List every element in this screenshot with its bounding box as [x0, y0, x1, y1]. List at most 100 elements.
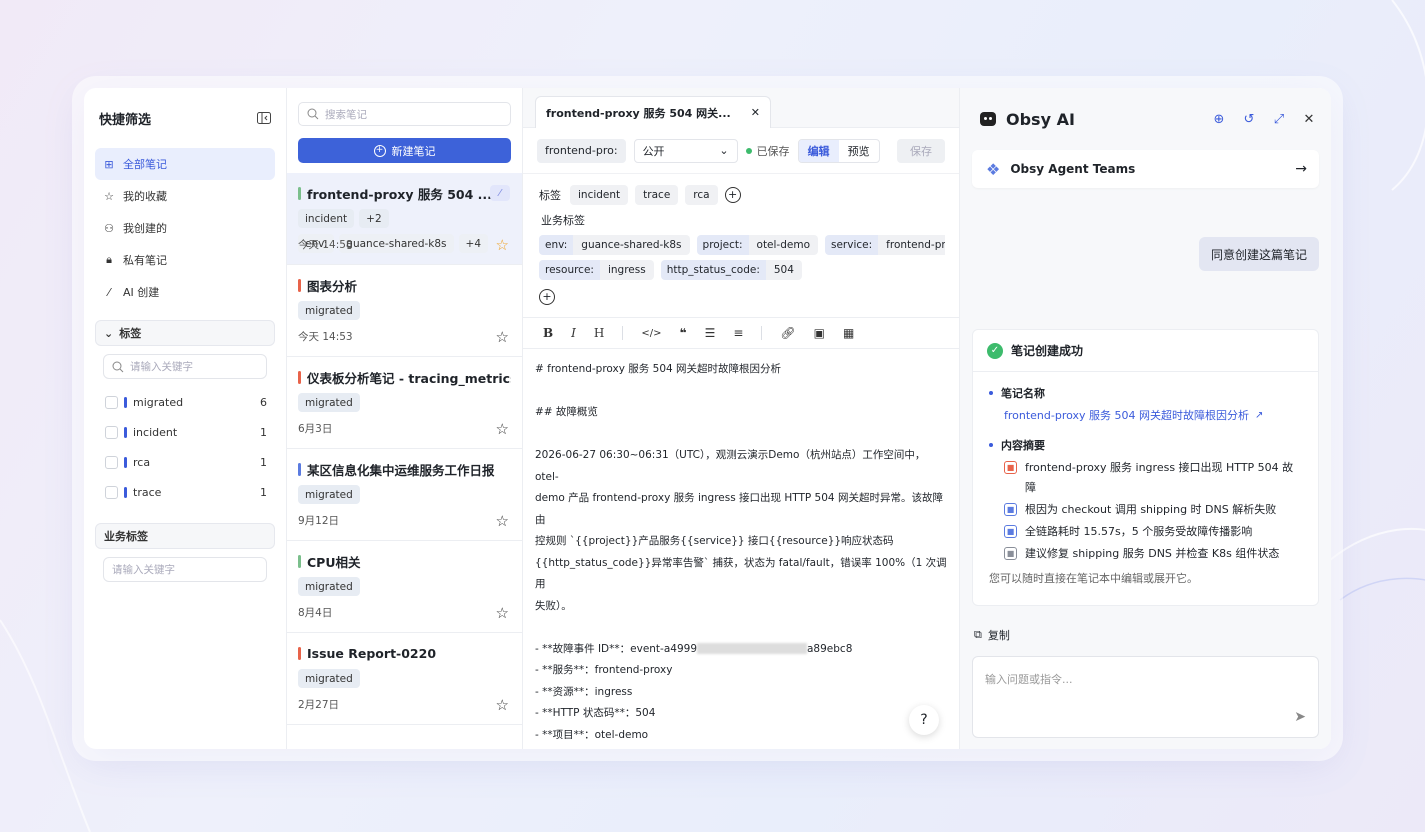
italic-icon[interactable]: I — [571, 326, 576, 340]
grid-icon: ⊞ — [104, 157, 114, 171]
doc-line-text: - **故障事件 ID**：event-a4999 — [535, 642, 697, 655]
ai-prompt-input[interactable]: 输入问题或指令... ➤ — [972, 656, 1319, 738]
close-icon[interactable]: ✕ — [751, 106, 760, 119]
nav-item[interactable]: ⚇ 我创建的 — [95, 212, 275, 244]
new-note-button[interactable]: + 新建笔记 — [298, 138, 511, 163]
ai-assistant-panel: Obsy AI ⊕ ↺ ⤢ ✕ ❖ Obsy Agent Teams → 同意创… — [960, 88, 1331, 749]
note-tag-chip[interactable]: migrated — [298, 669, 360, 688]
biz-tag-chip[interactable]: project: otel-demo — [696, 234, 818, 255]
tag-chip[interactable]: rca — [685, 184, 718, 205]
biz-tag-search-placeholder: 请输入关键字 — [112, 564, 175, 576]
markdown-content[interactable]: # frontend-proxy 服务 504 网关超时故障根因分析 ## 故障概… — [523, 349, 959, 739]
result-title: 笔记创建成功 — [1011, 344, 1084, 358]
checkbox[interactable] — [105, 455, 118, 469]
tag-color-bar — [124, 456, 127, 468]
note-card[interactable]: 图表分析 migrated 今天 14:53 ☆ — [287, 265, 522, 357]
biz-tag-search-input[interactable]: 请输入关键字 — [103, 557, 267, 582]
note-card[interactable]: 仪表板分析笔记 - tracing_metrics migrated 6月3日 ☆ — [287, 357, 522, 449]
add-biz-tag-icon[interactable]: + — [539, 288, 555, 305]
note-tag-chip[interactable]: migrated — [298, 577, 360, 596]
biz-tags-label: 业务标签 — [541, 213, 585, 227]
checkbox[interactable] — [105, 395, 118, 409]
agent-teams-link[interactable]: ❖ Obsy Agent Teams → — [972, 150, 1319, 188]
doc-line: - **故障事件 ID**：event-a4999 a89ebc8 — [535, 639, 947, 661]
nav-item[interactable]: ⊞ 全部笔记 — [95, 148, 275, 180]
visibility-select[interactable]: 公开 ⌄ — [633, 138, 738, 163]
note-tag-chip[interactable]: migrated — [298, 301, 360, 320]
doc-line — [535, 617, 947, 639]
tags-section-toggle[interactable]: ⌄ 标签 — [95, 320, 275, 346]
nav-item[interactable]: ☆ 我的收藏 — [95, 180, 275, 212]
quote-icon[interactable]: ❝ — [680, 326, 687, 340]
tag-chip[interactable]: trace — [635, 184, 679, 205]
ai-sparkle-icon: ⁄ — [490, 185, 510, 201]
biz-tag-chip[interactable]: resource: ingress — [539, 259, 654, 280]
expand-icon[interactable]: ⤢ — [1271, 112, 1287, 127]
history-icon[interactable]: ↺ — [1241, 112, 1257, 127]
star-icon[interactable]: ☆ — [496, 512, 509, 530]
star-icon[interactable]: ☆ — [496, 328, 509, 346]
search-icon — [307, 108, 319, 120]
note-tag-chip[interactable]: migrated — [298, 485, 360, 504]
note-slug[interactable]: frontend-pro: — [537, 138, 626, 163]
note-biz-chip[interactable]: +4 — [458, 234, 489, 253]
note-link[interactable]: frontend-proxy 服务 504 网关超时故障根因分析 ↗ — [989, 404, 1302, 426]
tab-note[interactable]: frontend-proxy 服务 504 网关... ✕ — [535, 96, 771, 128]
biz-tags-row-2: resource: ingress http_status_code: 504 — [539, 257, 945, 282]
copy-icon: ⧉ — [974, 628, 982, 641]
checkbox[interactable] — [105, 485, 118, 499]
heading-icon[interactable]: H — [594, 326, 604, 340]
tag-search-input[interactable]: 请输入关键字 — [103, 354, 267, 379]
star-icon[interactable]: ☆ — [496, 420, 509, 438]
table-icon[interactable]: ▦ — [843, 326, 854, 340]
tag-count: 6 — [260, 395, 267, 409]
send-icon[interactable]: ➤ — [1294, 709, 1306, 725]
ordered-list-icon[interactable]: ≡ — [733, 326, 743, 340]
preview-mode-button[interactable]: 预览 — [839, 140, 879, 162]
tag-filter-row[interactable]: incident 1 — [95, 417, 275, 447]
summary-item: ■ frontend-proxy 服务 ingress 接口出现 HTTP 504… — [989, 458, 1302, 498]
star-icon[interactable]: ☆ — [496, 696, 509, 714]
edit-mode-button[interactable]: 编辑 — [798, 139, 839, 162]
biz-tags-section-label: 业务标签 — [104, 530, 148, 543]
tag-chip[interactable]: incident — [570, 184, 629, 205]
biz-tag-chip[interactable]: service:frontend-pro — [825, 234, 945, 255]
close-icon[interactable]: ✕ — [1301, 112, 1317, 127]
bold-icon[interactable]: B — [543, 326, 553, 340]
note-tag-chip[interactable]: +2 — [359, 209, 389, 228]
checkbox[interactable] — [105, 425, 118, 439]
nav-item[interactable]: 🔒︎ 私有笔记 — [95, 244, 275, 276]
biz-tag-chip[interactable]: env: guance-shared-k8s — [539, 234, 690, 255]
star-icon[interactable]: ☆ — [496, 604, 509, 622]
note-tag-chip[interactable]: migrated — [298, 393, 360, 412]
note-tag-chip[interactable]: incident — [298, 209, 355, 228]
note-card[interactable]: Issue Report-0220 migrated 2月27日 ☆ — [287, 633, 522, 725]
collapse-sidebar-icon[interactable] — [257, 112, 271, 124]
note-card[interactable]: 某区信息化集中运维服务工作日报 migrated 9月12日 ☆ — [287, 449, 522, 541]
nav-item[interactable]: ⁄ AI 创建 — [95, 276, 275, 308]
note-card[interactable]: frontend-proxy 服务 504 ... incident +2 env: g… — [287, 173, 522, 265]
note-biz-chip[interactable]: guance-shared-k8s — [339, 234, 454, 253]
image-icon[interactable]: ▣ — [814, 326, 825, 340]
add-tag-icon[interactable]: + — [724, 186, 741, 203]
note-date: 2月27日 — [298, 699, 340, 711]
code-icon[interactable]: </> — [641, 328, 661, 339]
doc-line: 2026-06-27 06:30~06:31（UTC），观测云演示Demo（杭州… — [535, 445, 947, 488]
save-status: 已保存 — [745, 143, 790, 159]
tag-search-placeholder: 请输入关键字 — [130, 361, 193, 373]
star-icon[interactable]: ☆ — [496, 236, 509, 254]
help-button[interactable]: ? — [909, 705, 939, 735]
link-icon[interactable]: 🔗︎ — [780, 326, 795, 340]
tag-filter-row[interactable]: migrated 6 — [95, 387, 275, 417]
tag-filter-row[interactable]: rca 1 — [95, 447, 275, 477]
notes-search-input[interactable]: 搜索笔记 — [298, 102, 511, 126]
save-button[interactable]: 保存 — [897, 138, 945, 163]
new-chat-icon[interactable]: ⊕ — [1211, 112, 1227, 127]
biz-tag-chip[interactable]: http_status_code: 504 — [660, 259, 802, 280]
bullet-list-icon[interactable]: ☰ — [705, 326, 716, 340]
copy-button[interactable]: ⧉ 复制 — [974, 627, 1010, 643]
biz-tags-section-title[interactable]: 业务标签 — [95, 523, 275, 549]
tag-filter-row[interactable]: trace 1 — [95, 477, 275, 507]
tag-label: rca — [133, 455, 151, 469]
note-card[interactable]: CPU相关 migrated 8月4日 ☆ — [287, 541, 522, 633]
